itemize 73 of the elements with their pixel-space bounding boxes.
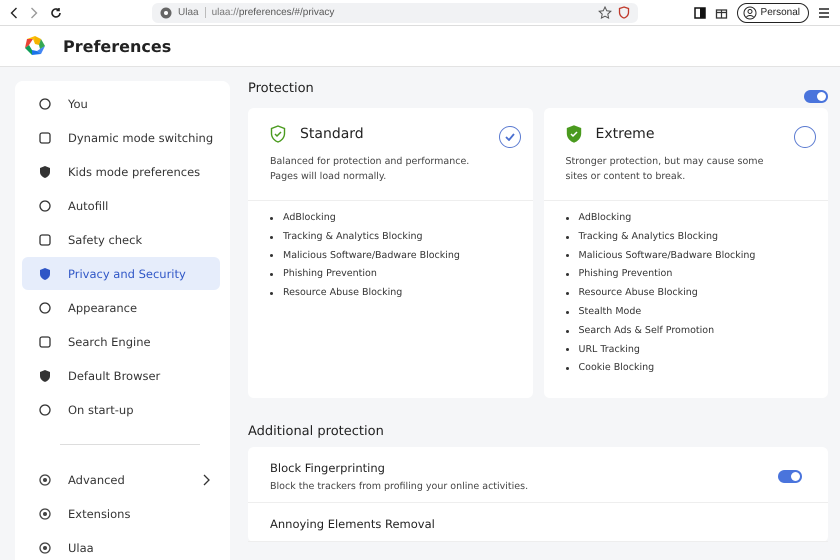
bullet-icon <box>270 292 273 296</box>
mode-card[interactable]: Standard Balanced for protection and performance. Pages will load normally. AdBlocking Tracking & Analytics Blocking Malicious Software/Badware Blocking Phishing Prevention Resource Abuse Blocking <box>248 108 532 398</box>
mode-title: Extreme <box>596 126 656 142</box>
bullet-icon <box>566 330 568 333</box>
bullet-icon <box>270 254 273 258</box>
site-icon <box>160 6 172 18</box>
check-icon <box>504 133 514 141</box>
forward-icon[interactable] <box>30 6 38 18</box>
bullet-icon <box>270 273 273 276</box>
mode-title: Standard <box>300 126 365 142</box>
chevron-icon <box>202 474 210 486</box>
filled-shield-icon <box>566 125 582 143</box>
sidebar-item[interactable]: Safety check <box>22 223 220 256</box>
bullet-icon <box>270 236 273 239</box>
shield-icon[interactable] <box>618 6 630 19</box>
setting-title: Annoying Elements Removal <box>270 517 436 531</box>
url-text: ulaa://preferences/#/privacy <box>212 7 336 18</box>
feature-item: Malicious Software/Badware Blocking <box>283 248 460 263</box>
sidebar-item[interactable]: Autofill <box>22 189 220 222</box>
shield-icon <box>38 266 52 280</box>
feature-item: AdBlocking <box>283 211 336 225</box>
bullet-icon <box>566 254 568 258</box>
bullet-icon <box>566 367 568 370</box>
site-label: Ulaa <box>178 7 199 18</box>
bullet-icon <box>566 216 568 220</box>
feature-item: Resource Abuse Blocking <box>283 286 402 300</box>
sidebar-item[interactable]: Extensions <box>22 497 220 530</box>
feature-item: Tracking & Analytics Blocking <box>283 230 423 244</box>
bullet-icon <box>566 292 568 296</box>
profile-button[interactable]: Personal <box>736 2 809 22</box>
feature-item: Stealth Mode <box>578 304 642 319</box>
setting-description: Block the trackers from profiling your online activities. <box>270 481 530 492</box>
back-icon[interactable] <box>10 6 18 18</box>
bullet-icon <box>566 236 568 239</box>
radio-button[interactable] <box>794 126 816 148</box>
sidebar-item[interactable]: Default Browser <box>22 359 220 392</box>
toggle-switch[interactable] <box>778 470 802 483</box>
section-title: Protection <box>248 81 314 96</box>
feature-item: Phishing Prevention <box>283 267 377 282</box>
sidebar-item[interactable]: Ulaa <box>22 531 220 560</box>
sidebar-item[interactable]: On start-up <box>22 393 220 426</box>
sidebar-icon[interactable] <box>694 6 706 18</box>
bullet-icon <box>270 216 273 220</box>
mode-description: Balanced for protection and performance. Pages will load normally. <box>248 148 532 201</box>
feature-item: Tracking & Analytics Blocking <box>578 230 718 244</box>
sidebar-item[interactable]: Kids mode preferences <box>22 155 220 188</box>
radio-button[interactable] <box>498 126 520 148</box>
star-icon[interactable] <box>598 6 612 20</box>
bullet-icon <box>566 273 568 276</box>
sidebar-item[interactable]: Appearance <box>22 291 220 324</box>
feature-item: Search Ads & Self Promotion <box>578 324 714 338</box>
sidebar-item[interactable]: Privacy and Security <box>22 257 220 290</box>
feature-item: AdBlocking <box>578 211 632 225</box>
feature-item: Phishing Prevention <box>578 267 672 282</box>
feature-item: URL Tracking <box>578 342 640 357</box>
feature-item: Cookie Blocking <box>578 361 654 376</box>
sidebar-item[interactable]: You <box>22 87 220 120</box>
mode-card[interactable] <box>544 108 828 398</box>
sidebar-item[interactable]: Dynamic mode switching <box>22 121 220 154</box>
bullet-icon <box>566 348 568 352</box>
bullet-icon <box>566 310 568 314</box>
feature-item: Resource Abuse Blocking <box>578 286 698 300</box>
toggle-switch[interactable] <box>804 90 828 103</box>
menu-icon[interactable] <box>818 6 830 18</box>
feature-item: Malicious Software/Badware Blocking <box>578 248 756 263</box>
setting-title: Block Fingerprinting <box>270 461 386 475</box>
page-title: Preferences <box>63 36 172 56</box>
sidebar-item[interactable]: Advanced <box>22 463 220 496</box>
mode-description: Stronger protection, but may cause some sites or content to break. <box>544 148 828 201</box>
sidebar-item[interactable]: Search Engine <box>22 325 220 358</box>
reload-icon[interactable] <box>50 6 62 18</box>
address-bar[interactable]: Ulaa ulaa://preferences/#/privacy <box>152 2 638 22</box>
section-title: Additional protection <box>248 424 385 439</box>
